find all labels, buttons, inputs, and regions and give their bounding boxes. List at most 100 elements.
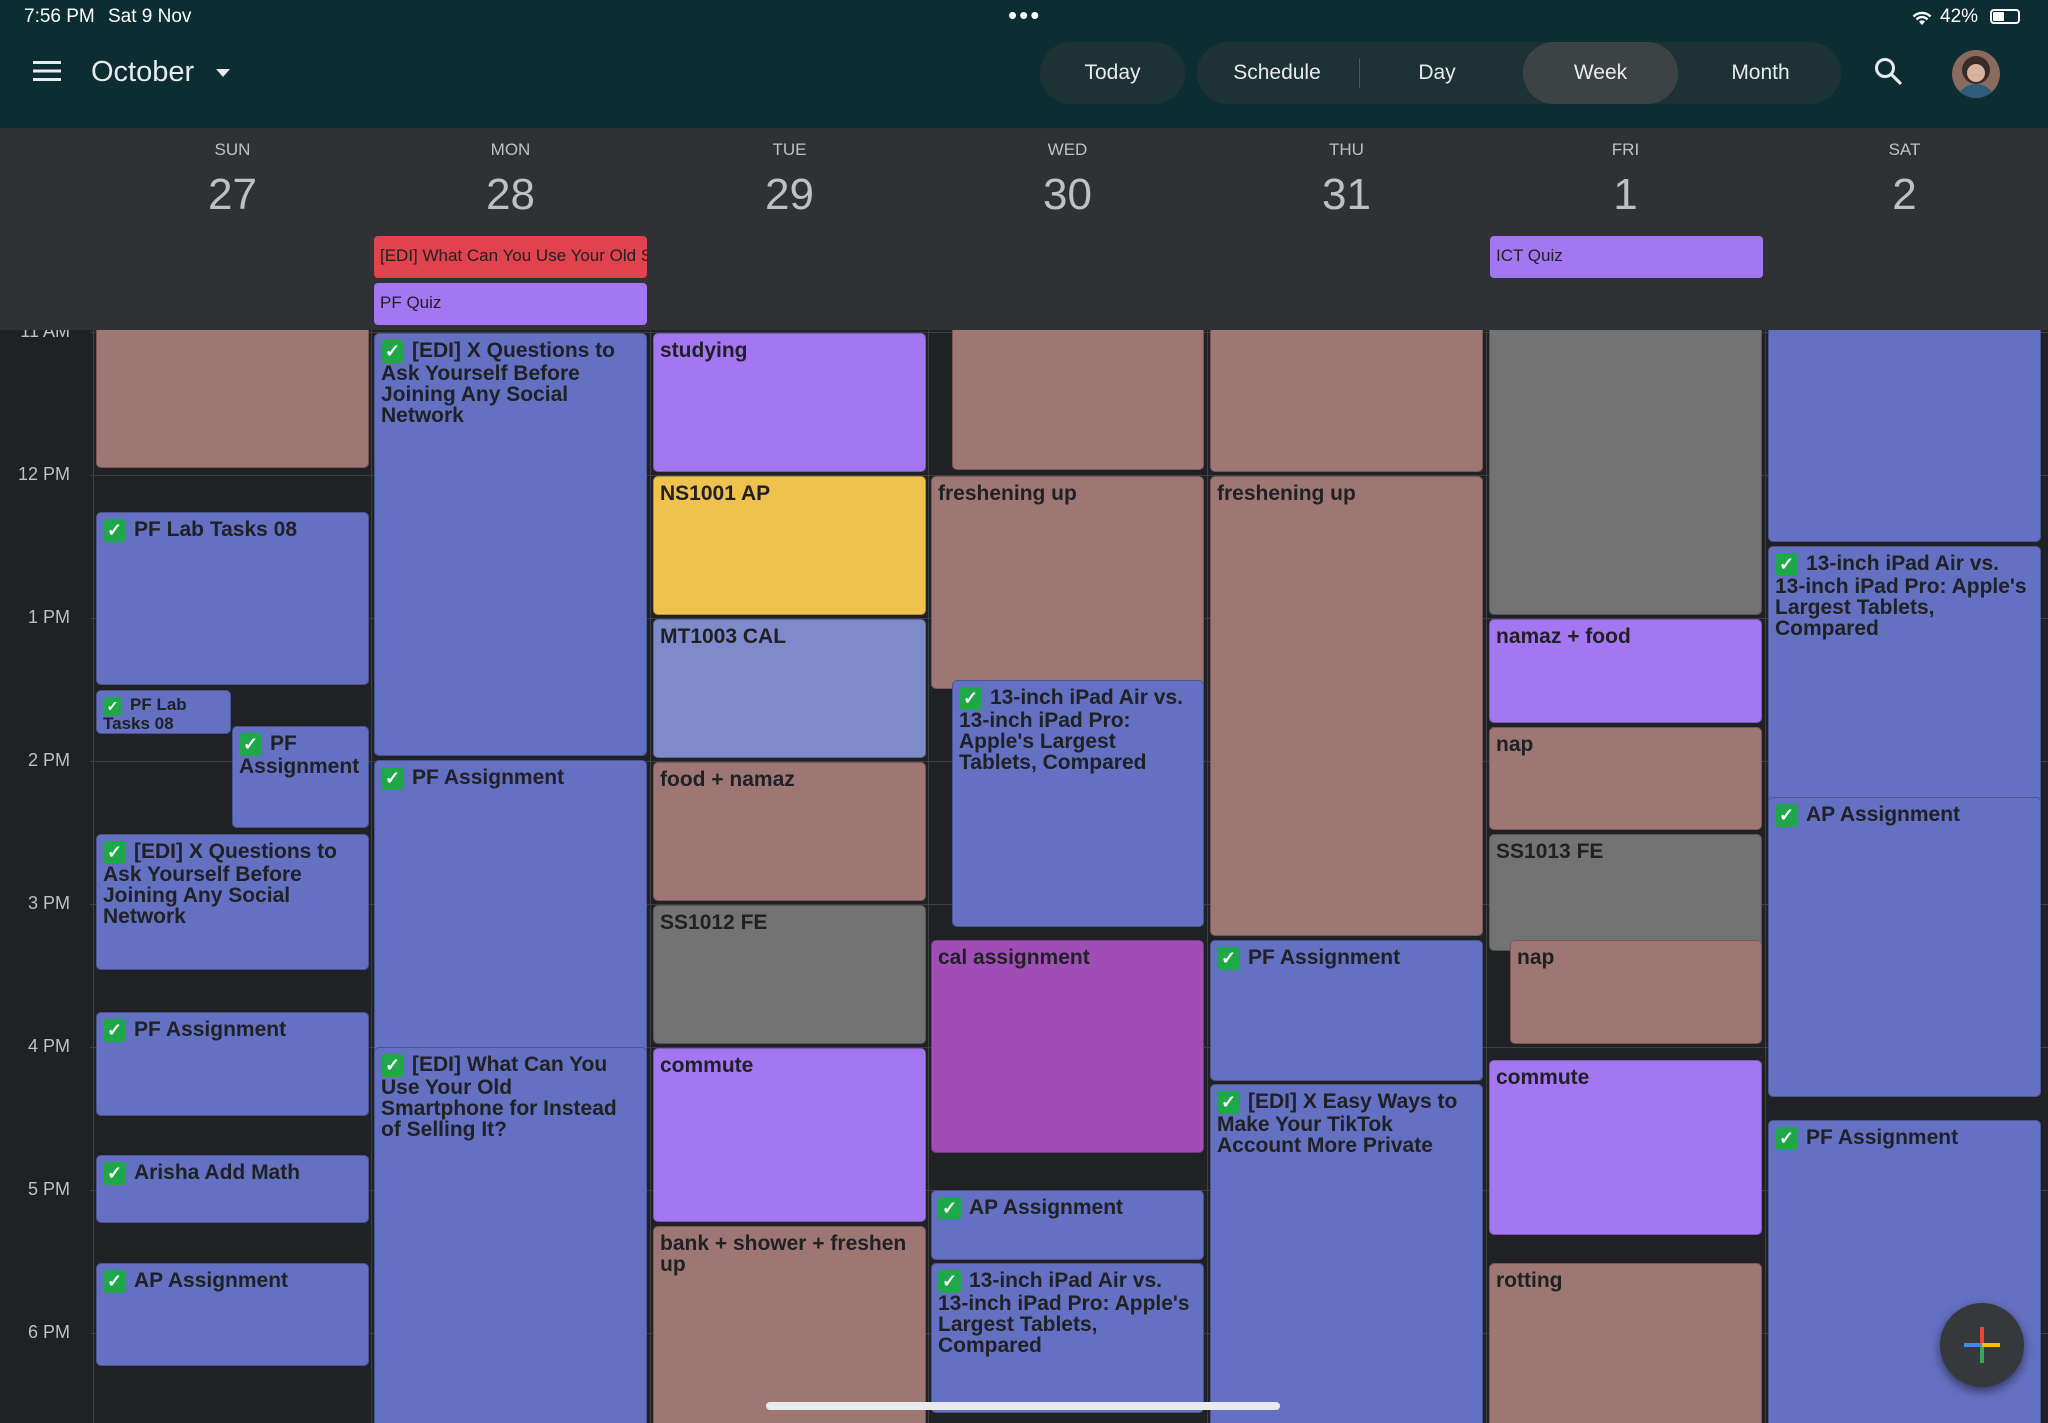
event-block[interactable]: ✓ PF Lab Tasks 08	[96, 690, 231, 734]
day-number[interactable]: 27	[96, 170, 369, 220]
event-block[interactable]: ✓ AP Assignment	[931, 1190, 1204, 1260]
day-number[interactable]: 30	[931, 170, 1204, 220]
event-block[interactable]: nap	[1510, 940, 1762, 1044]
checkmark-icon: ✓	[959, 687, 982, 710]
hour-label: 11 AM	[20, 330, 70, 341]
event-block[interactable]	[1210, 330, 1483, 472]
hour-label: 1 PM	[27, 607, 70, 627]
event-block[interactable]: rotting	[1489, 1263, 1762, 1423]
time-gutter	[0, 330, 92, 1423]
avatar[interactable]	[1952, 50, 2000, 98]
hour-label: 4 PM	[27, 1036, 70, 1056]
checkmark-icon: ✓	[938, 1197, 961, 1220]
hour-label: 12 PM	[17, 464, 70, 484]
event-block[interactable]: ✓ PF Assignment	[1210, 940, 1483, 1081]
search-icon[interactable]	[1874, 57, 1902, 85]
event-block[interactable]	[952, 330, 1204, 470]
checkmark-icon: ✓	[381, 340, 404, 363]
checkmark-icon: ✓	[1217, 947, 1240, 970]
hour-label: 5 PM	[27, 1179, 70, 1199]
event-block[interactable]: MT1003 CAL	[653, 619, 926, 758]
event-block[interactable]: ✓ [EDI] X Easy Ways to Make Your TikTok A…	[1210, 1084, 1483, 1423]
day-of-week-label: SAT	[1888, 140, 1921, 159]
event-block[interactable]: ✓ 13-inch iPad Air vs. 13-inch iPad Pro: …	[952, 680, 1204, 927]
all-day-event[interactable]: ICT Quiz	[1490, 236, 1763, 278]
all-day-event[interactable]: PF Quiz	[374, 283, 647, 325]
event-block[interactable]: cal assignment	[931, 940, 1204, 1153]
event-block[interactable]: nap	[1489, 727, 1762, 830]
event-block[interactable]: freshening up	[1210, 476, 1483, 936]
today-button[interactable]: Today	[1040, 42, 1185, 104]
checkmark-icon: ✓	[239, 733, 262, 756]
week-day-header: SUN 27 MON 28 TUE 29 WED 30 THU 31 FRI 1 SAT 2 [EDI] …	[0, 128, 2048, 330]
day-of-week-label: THU	[1329, 140, 1364, 159]
event-block[interactable]: food + namaz	[653, 762, 926, 901]
wifi-icon	[1912, 11, 1932, 25]
checkmark-icon: ✓	[103, 519, 126, 542]
event-block[interactable]	[96, 330, 369, 468]
event-block[interactable]: namaz + food	[1489, 619, 1762, 723]
day-number[interactable]: 31	[1210, 170, 1483, 220]
month-title[interactable]: October	[91, 56, 194, 89]
event-block[interactable]: ✓ PF Lab Tasks 08	[96, 512, 369, 685]
event-block[interactable]: ✓ [EDI] X Questions to Ask Yourself Befor…	[374, 333, 647, 756]
add-event-button[interactable]	[1940, 1303, 2024, 1387]
column-divider	[650, 330, 651, 1423]
checkmark-icon: ✓	[381, 1054, 404, 1077]
event-block[interactable]: commute	[653, 1048, 926, 1222]
day-number[interactable]: 28	[374, 170, 647, 220]
month-view-button[interactable]: Month	[1688, 42, 1833, 104]
event-block[interactable]: bank + shower + freshen up	[653, 1226, 926, 1423]
battery-icon	[1990, 9, 2020, 24]
day-of-week-label: SUN	[214, 140, 251, 159]
checkmark-icon: ✓	[1775, 1127, 1798, 1150]
event-block[interactable]: ✓ AP Assignment	[1768, 797, 2041, 1097]
checkmark-icon: ✓	[1217, 1091, 1240, 1114]
event-block[interactable]: commute	[1489, 1060, 1762, 1235]
status-date: Sat 9 Nov	[108, 6, 192, 27]
event-block[interactable]: ✓ 13-inch iPad Air vs. 13-inch iPad Pro: …	[931, 1263, 1204, 1413]
checkmark-icon: ✓	[381, 767, 404, 790]
hamburger-icon[interactable]	[33, 60, 61, 82]
divider	[1359, 58, 1360, 88]
time-grid[interactable]: 11 AM 12 PM 1 PM 2 PM 3 PM 4 PM 5 PM 6 PM ✓ PF L…	[0, 330, 2048, 1423]
day-of-week-label: MON	[490, 140, 531, 159]
day-of-week-label: TUE	[772, 140, 807, 159]
event-block[interactable]: NS1001 AP	[653, 476, 926, 615]
event-block[interactable]: studying	[653, 333, 926, 472]
day-number[interactable]: 1	[1489, 170, 1762, 220]
event-block[interactable]: SS1013 FE	[1489, 834, 1762, 951]
event-block[interactable]: ✓ [EDI] What Can You Use Your Old Smartph…	[374, 1047, 647, 1423]
event-block[interactable]: ✓ Arisha Add Math	[96, 1155, 369, 1223]
week-view-button[interactable]: Week	[1523, 42, 1678, 104]
caret-down-icon[interactable]	[216, 69, 230, 77]
hour-label: 6 PM	[27, 1322, 70, 1342]
day-view-button[interactable]: Day	[1362, 42, 1512, 104]
event-block[interactable]	[1768, 330, 2041, 542]
hour-label: 2 PM	[27, 750, 70, 770]
column-divider	[93, 330, 94, 1423]
home-indicator[interactable]	[766, 1402, 1280, 1410]
column-divider	[1486, 330, 1487, 1423]
checkmark-icon: ✓	[103, 1270, 126, 1293]
battery-percent: 42%	[1940, 6, 1979, 27]
event-block[interactable]: ✓ PF Assignment	[96, 1012, 369, 1116]
top-app-bar: 7:56 PM Sat 9 Nov ••• 42% October Today …	[0, 0, 2048, 128]
checkmark-icon: ✓	[1775, 553, 1798, 576]
day-of-week-label: WED	[1047, 140, 1088, 159]
column-divider	[928, 330, 929, 1423]
all-day-event[interactable]: [EDI] What Can You Use Your Old Smartpho…	[374, 236, 647, 278]
multitask-dots-icon[interactable]: •••	[1008, 0, 1041, 31]
event-block[interactable]: SS1012 FE	[653, 905, 926, 1044]
schedule-view-button[interactable]: Schedule	[1198, 42, 1356, 104]
checkmark-icon: ✓	[103, 1162, 126, 1185]
event-block[interactable]: ✓ [EDI] X Questions to Ask Yourself Befor…	[96, 834, 369, 970]
event-block[interactable]: ✓ AP Assignment	[96, 1263, 369, 1366]
event-block[interactable]	[1489, 330, 1762, 615]
event-block[interactable]: freshening up	[931, 476, 1204, 689]
day-number[interactable]: 29	[653, 170, 926, 220]
day-number[interactable]: 2	[1768, 170, 2041, 220]
column-divider	[1207, 330, 1208, 1423]
column-divider	[371, 330, 372, 1423]
event-block[interactable]: ✓ PF Assignment	[232, 726, 369, 828]
